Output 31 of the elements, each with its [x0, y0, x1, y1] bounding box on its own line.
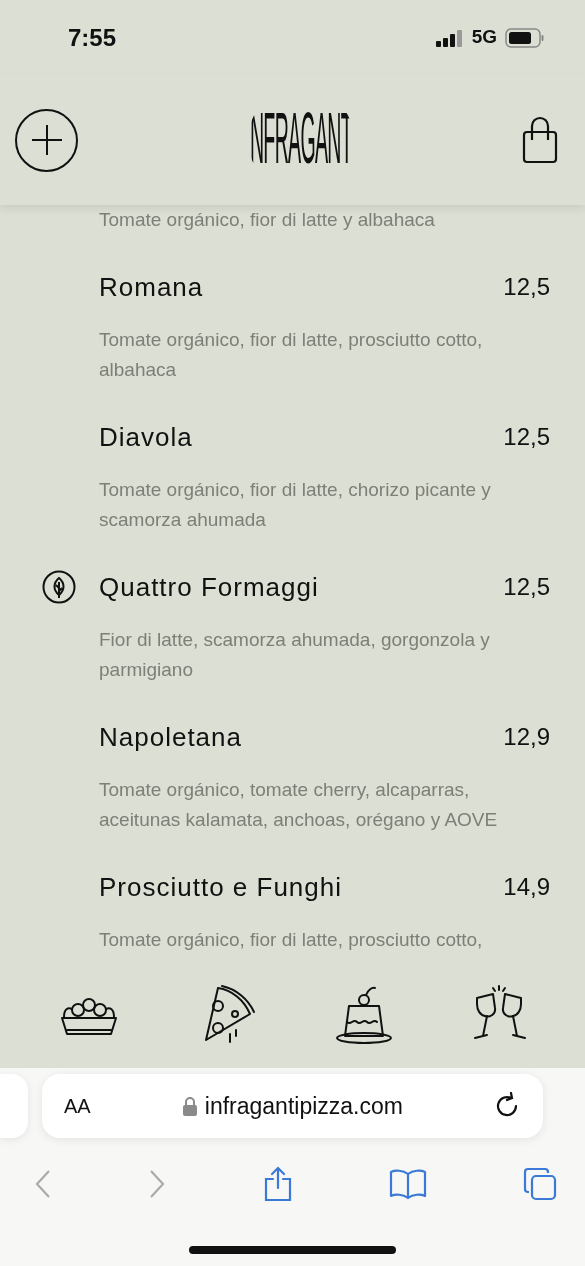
item-description: Tomate orgánico, fior di latte, chorizo picante y scamorza ahumada [98, 478, 492, 532]
address-bar[interactable]: AA infragantipizza.com [42, 1074, 543, 1138]
item-description: Tomate orgánico, tomate cherry, alcaparras, aceitunas kalamata, anchoas, orégano y AOVE [98, 778, 499, 832]
item-description: Tomate orgánico, fior di latte, prosciutto cotto, albahaca [98, 328, 484, 382]
pizza-name: Prosciutto e Funghi [99, 870, 343, 904]
network-label: 5G [471, 25, 497, 50]
pizza-name: Diavola [99, 420, 194, 454]
pizza-price: 14,9 [503, 872, 550, 902]
clock-time: 7:55 [68, 22, 117, 53]
url-text: infragantipizza.com [204, 1091, 403, 1121]
item-description: Fior di latte, scamorza ahumada, gorgonzola y parmigiano [98, 628, 491, 682]
brand-logo[interactable]: NFRAGANT [247, 87, 354, 193]
pizza-name: Quattro Formaggi [99, 570, 320, 604]
tabs-icon[interactable] [523, 1167, 557, 1201]
pizza-price: 12,5 [503, 572, 550, 602]
add-button[interactable] [15, 108, 78, 172]
pizza-price: 12,5 [503, 272, 550, 302]
signal-icon [435, 28, 464, 47]
item-description: Tomate orgánico, fior di latte y albahaca [98, 208, 436, 232]
pizza-price: 12,5 [503, 422, 550, 452]
text-size-button[interactable]: AA [64, 1091, 91, 1121]
battery-icon [505, 27, 545, 48]
bookmarks-icon[interactable] [388, 1168, 427, 1200]
shopping-bag-icon [522, 116, 558, 164]
pizza-price: 12,9 [503, 722, 550, 752]
lock-icon [182, 1096, 197, 1116]
item-description: Tomate orgánico, fior di latte, prosciutto cotto, [98, 928, 484, 952]
pizza-name: Romana [99, 270, 205, 304]
share-icon[interactable] [262, 1166, 293, 1202]
pizza-name: Napoletana [99, 720, 243, 754]
plus-icon [30, 124, 63, 156]
